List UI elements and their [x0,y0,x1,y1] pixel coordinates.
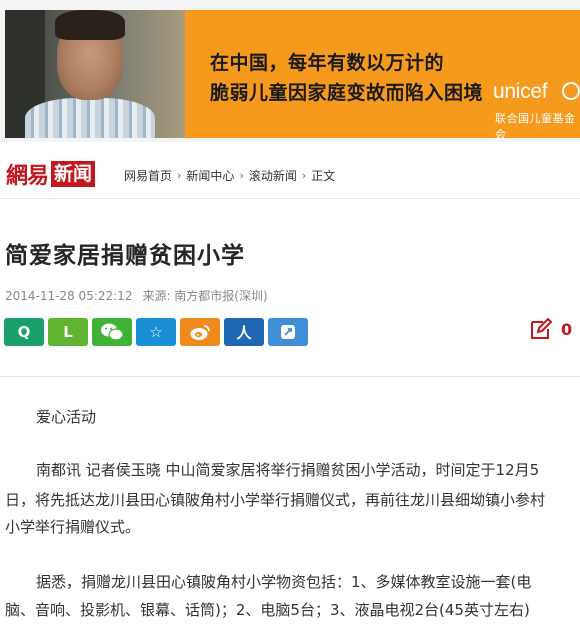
breadcrumb: 网易首页 › 新闻中心 › 滚动新闻 › 正文 [124,167,335,184]
weibo-share-button[interactable] [180,318,220,346]
netease-news-logo[interactable]: 網易 新闻 [6,160,96,189]
unicef-logo: unicef [493,80,548,103]
ad-banner[interactable]: 在中国，每年有数以万计的 脆弱儿童因家庭变故而陷入困境 unicef 联合国儿童… [0,0,580,142]
article-paragraph: 据悉，捐赠龙川县田心镇陂角村小学物资包括：1、多媒体教室设施一套(电 [36,573,532,591]
yixin-share-button[interactable] [268,318,308,346]
qq-share-button[interactable]: Q [4,318,44,346]
unicef-banner[interactable]: 在中国，每年有数以万计的 脆弱儿童因家庭变故而陷入困境 [5,10,580,138]
banner-text: 在中国，每年有数以万计的 脆弱儿童因家庭变故而陷入困境 [210,48,483,108]
article-paragraph-line: 小学举行捐赠仪式。 [5,518,141,536]
article-paragraph-line: 脑、音响、投影机、银幕、话筒)；2、电脑5台；3、液晶电视2台(45英寸左右) [5,601,530,619]
publish-date: 2014-11-28 05:22:12 [5,289,133,303]
unicef-globe-icon [562,82,580,100]
qzone-share-button[interactable]: ☆ [136,318,176,346]
article-source[interactable]: 来源: 南方都市报(深圳) [142,289,267,303]
article-title: 简爱家居捐赠贫困小学 [5,243,245,269]
photo-hair [55,10,125,40]
photo-shirt [25,98,155,138]
article-meta: 2014-11-28 05:22:12 来源: 南方都市报(深圳) [5,287,268,304]
comment-link[interactable]: 0 [529,317,572,341]
renren-share-button[interactable]: 人 [224,318,264,346]
share-bar: Q L ☆ 人 [4,318,308,346]
article-paragraph-line: 日，将先抵达龙川县田心镇陂角村小学举行捐赠仪式，再前往龙川县细坳镇小参村 [5,491,546,509]
chevron-right-icon: › [177,169,182,182]
breadcrumb-home[interactable]: 网易首页 [124,167,172,184]
divider [0,198,580,199]
yixin-icon [281,325,295,339]
lofter-icon: L [63,323,73,341]
article-paragraph: 南都讯 记者侯玉晓 中山简爱家居将举行捐赠贫困小学活动，时间定于12月5 [36,461,540,479]
breadcrumb-current: 正文 [311,169,336,183]
qzone-icon: ☆ [149,323,163,341]
article-paragraph: 爱心活动 [36,408,97,426]
chevron-right-icon: › [239,169,244,182]
qq-icon: Q [17,323,31,341]
renren-icon: 人 [236,323,252,342]
breadcrumb-news-center[interactable]: 新闻中心 [186,167,234,184]
banner-line-2: 脆弱儿童因家庭变故而陷入困境 [210,82,484,104]
edit-comment-icon [531,317,553,339]
banner-line-1: 在中国，每年有数以万计的 [210,52,445,74]
unicef-subtitle: 联合国儿童基金会 [495,112,576,141]
lofter-share-button[interactable]: L [48,318,88,346]
banner-photo-child [5,10,185,138]
comment-count: 0 [561,319,573,339]
breadcrumb-rolling-news[interactable]: 滚动新闻 [249,167,297,184]
divider [0,376,580,377]
weibo-icon [190,325,210,340]
wechat-share-button[interactable] [92,318,132,346]
wechat-icon [101,323,124,341]
chevron-right-icon: › [301,169,307,182]
logo-news: 新闻 [51,161,96,187]
logo-netease: 網易 [6,163,49,189]
